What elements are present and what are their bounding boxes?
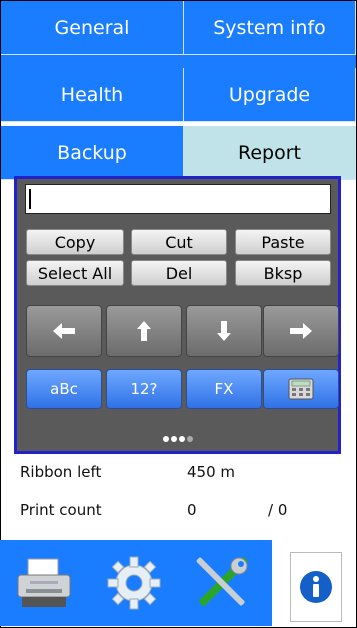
- copy-key[interactable]: Copy: [26, 229, 124, 255]
- tab-label: Backup: [57, 141, 127, 164]
- keyboard-page-indicator: [17, 431, 338, 445]
- backspace-key[interactable]: Bksp: [235, 260, 331, 286]
- key-label: aBc: [50, 380, 78, 398]
- delete-key[interactable]: Del: [131, 260, 227, 286]
- tab-label: General: [54, 16, 130, 39]
- tab-system-info[interactable]: System info: [184, 1, 356, 55]
- page-dot: [170, 436, 177, 442]
- print-count-label: Print count: [20, 501, 102, 519]
- tab-label: Upgrade: [228, 83, 311, 106]
- printer-icon[interactable]: [14, 553, 74, 613]
- keyboard-text-input[interactable]: [25, 184, 331, 214]
- cut-key[interactable]: Cut: [131, 229, 227, 255]
- key-label: Cut: [165, 232, 193, 252]
- mode-abc-key[interactable]: aBc: [26, 369, 102, 409]
- arrow-down-key[interactable]: [186, 305, 262, 357]
- key-label: 12?: [130, 380, 158, 398]
- up-arrow-icon: [137, 321, 151, 341]
- arrow-right-key[interactable]: [263, 305, 339, 357]
- tab-label: Report: [238, 141, 301, 164]
- key-label: Del: [165, 263, 193, 283]
- calculator-key[interactable]: [263, 369, 339, 409]
- tab-report[interactable]: Report: [184, 126, 356, 180]
- arrow-up-key[interactable]: [106, 305, 182, 357]
- key-label: Bksp: [263, 263, 303, 283]
- select-all-key[interactable]: Select All: [26, 260, 124, 286]
- page-dot: [178, 436, 185, 442]
- right-arrow-icon: [290, 323, 312, 339]
- key-label: Select All: [37, 263, 113, 283]
- tab-upgrade[interactable]: Upgrade: [184, 68, 356, 122]
- ribbon-left-value: 450 m: [187, 463, 236, 481]
- arrow-left-key[interactable]: [26, 305, 102, 357]
- tab-gap: [1, 55, 356, 68]
- bottom-toolbar: [0, 540, 272, 626]
- print-count-value: 0: [187, 501, 197, 519]
- on-screen-keyboard: Copy Cut Paste Select All Del Bksp aBc 1…: [14, 176, 341, 454]
- info-icon: [300, 571, 332, 603]
- ribbon-left-row: Ribbon left 450 m: [0, 455, 357, 487]
- mode-numeric-key[interactable]: 12?: [106, 369, 182, 409]
- key-label: Copy: [54, 232, 96, 252]
- left-arrow-icon: [53, 323, 75, 339]
- tools-icon[interactable]: [192, 553, 252, 613]
- page-dot: [162, 436, 169, 442]
- tab-label: Health: [60, 83, 124, 106]
- page-dot: [186, 436, 193, 442]
- tab-backup[interactable]: Backup: [1, 126, 184, 180]
- print-count-total: / 0: [268, 501, 288, 519]
- tab-label: System info: [213, 16, 326, 39]
- settings-gear-icon[interactable]: [104, 553, 164, 613]
- tab-general[interactable]: General: [1, 1, 184, 55]
- text-caret: [29, 189, 31, 209]
- mode-fx-key[interactable]: FX: [186, 369, 262, 409]
- paste-key[interactable]: Paste: [235, 229, 331, 255]
- ribbon-left-label: Ribbon left: [20, 463, 102, 481]
- print-count-row: Print count 0 / 0: [0, 493, 357, 525]
- tab-health[interactable]: Health: [1, 68, 184, 122]
- key-label: FX: [214, 380, 234, 398]
- info-button[interactable]: [290, 552, 342, 622]
- key-label: Paste: [261, 232, 305, 252]
- down-arrow-icon: [217, 321, 231, 341]
- calculator-icon: [288, 378, 314, 400]
